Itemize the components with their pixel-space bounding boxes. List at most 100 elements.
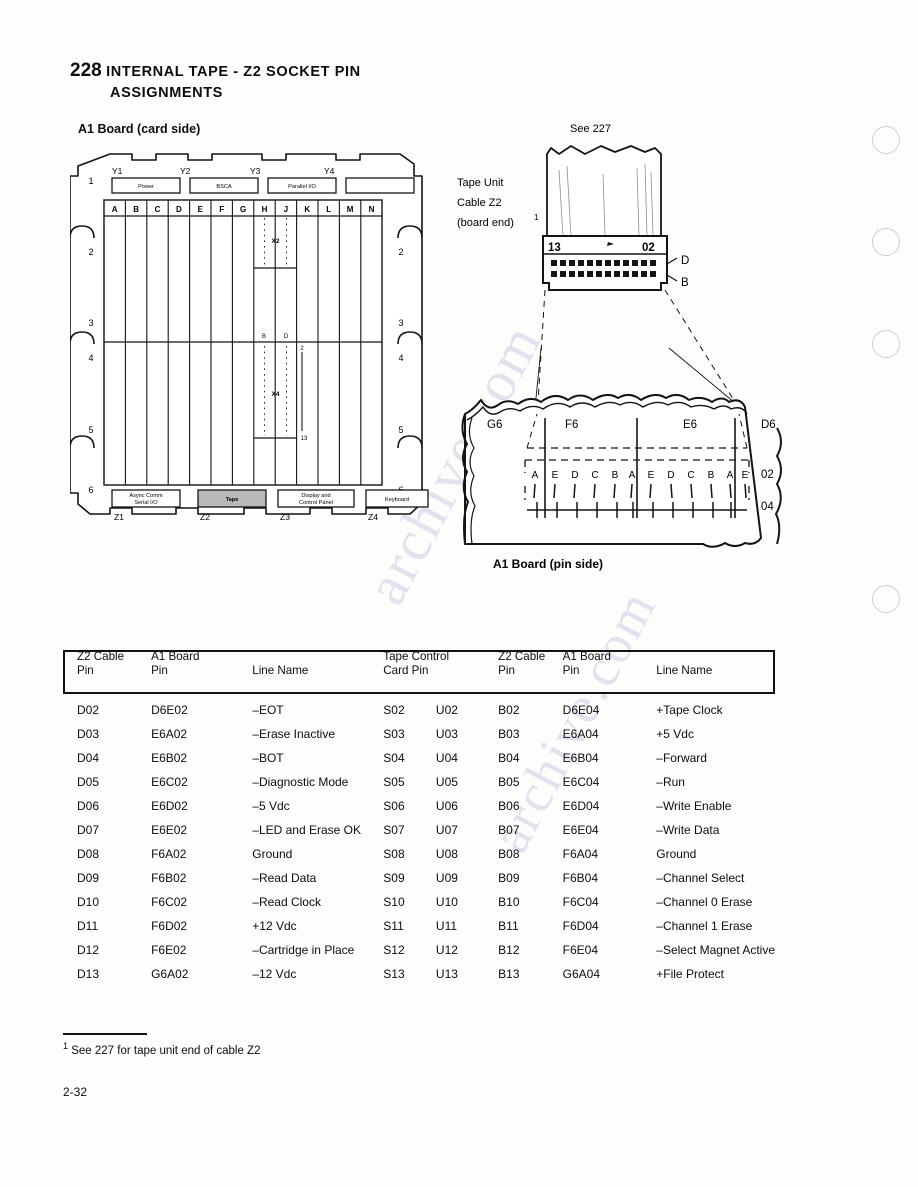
pin-side-group-g6: G6 xyxy=(487,419,502,431)
pin-side-group-f6: F6 xyxy=(565,419,578,431)
cell-line-name: –Diagnostic Mode xyxy=(252,775,349,789)
board-pin-side-caption: A1 Board (pin side) xyxy=(493,557,603,571)
table-row: D02 D6E02 –EOT S02 U02 B02 D6E04 +Tape Clock xyxy=(63,698,775,722)
cell-a1-board-pin: F6C02 xyxy=(151,895,188,909)
cell-tape-control-pin-u: U02 xyxy=(435,703,458,717)
cell-a1-board-pin: E6A02 xyxy=(151,727,188,741)
connector-label-z4: Keyboard xyxy=(385,497,409,503)
register-mark xyxy=(872,585,900,613)
svg-text:E: E xyxy=(648,470,655,481)
title-line-2: ASSIGNMENTS xyxy=(110,85,223,101)
cell-line-name-b: –Channel 0 Erase xyxy=(656,895,753,909)
connector-label-z2: Tape xyxy=(226,497,239,503)
cell-a1-board-pin-b: F6C04 xyxy=(562,895,599,909)
cell-line-name: –LED and Erase OK xyxy=(252,823,362,837)
board-column-letter: G xyxy=(240,205,246,214)
connector-id-y1: Y1 xyxy=(112,166,123,176)
cell-a1-board-pin-b: F6D04 xyxy=(562,919,599,933)
table-row: D08 F6A02 Ground S08 U08 B08 F6A04 Ground xyxy=(63,842,775,866)
connector-label-y2: BSCA xyxy=(216,184,232,190)
cell-z2-cable-pin-b: B12 xyxy=(498,943,520,957)
cell-a1-board-pin-b: E6A04 xyxy=(562,727,599,741)
board-column-letter: H xyxy=(262,205,268,214)
cell-tape-control-pin-u: U12 xyxy=(435,943,458,957)
table-row: D13 G6A02 –12 Vdc S13 U13 B13 G6A04 +File Prote… xyxy=(63,962,775,986)
cell-tape-control-pin-s: S10 xyxy=(383,895,405,909)
table-row: D06 E6D02 –5 Vdc S06 U06 B06 E6D04 –Write Enabl… xyxy=(63,794,775,818)
table-row: D07 E6E02 –LED and Erase OK S07 U07 B07 E6E04 –… xyxy=(63,818,775,842)
connector-id-z3: Z3 xyxy=(280,512,290,522)
header-line-name: Line Name xyxy=(252,664,309,677)
board-column-letter: K xyxy=(304,205,310,214)
table-header-row: Z2 Cable Pin A1 Board Pin Line Name Tape… xyxy=(63,650,775,678)
page-number: 2-32 xyxy=(63,1085,88,1099)
board-marker-x2: X2 xyxy=(272,238,280,245)
section-number: 228 xyxy=(70,60,102,81)
title-line-1: INTERNAL TAPE - Z2 SOCKET PIN xyxy=(106,64,361,80)
cell-line-name-b: –Forward xyxy=(656,751,707,765)
board-row-number: 2 xyxy=(88,247,93,257)
cell-tape-control-pin-s: S12 xyxy=(383,943,405,957)
cell-z2-cable-pin-b: B02 xyxy=(498,703,520,717)
connector-label-z3-line1: Display and xyxy=(301,493,330,499)
connector-label-z1-line2: Serial I/O xyxy=(134,500,158,506)
connector-label-y3: Parallel I/O xyxy=(288,184,316,190)
cell-line-name: –Read Data xyxy=(252,871,317,885)
board-column-letter: B xyxy=(133,205,139,214)
cell-tape-control-pin-u: U11 xyxy=(435,919,458,933)
see-reference: See 227 xyxy=(570,123,611,135)
cell-a1-board-pin: F6D02 xyxy=(151,919,188,933)
board-row-number: 2 xyxy=(398,247,403,257)
cell-line-name-b: –Select Magnet Active xyxy=(656,943,775,957)
cell-tape-control-pin-s: S11 xyxy=(383,919,404,933)
board-column-letter: M xyxy=(347,205,354,214)
cell-line-name: –Read Clock xyxy=(252,895,321,909)
cell-z2-cable-pin: D04 xyxy=(77,751,100,765)
board-row-number: 4 xyxy=(88,353,93,363)
cell-a1-board-pin: D6E02 xyxy=(151,703,188,717)
svg-text:A: A xyxy=(629,470,636,481)
cell-a1-board-pin-b: E6B04 xyxy=(562,751,599,765)
svg-text:D: D xyxy=(571,470,578,481)
cell-z2-cable-pin-b: B03 xyxy=(498,727,520,741)
cell-z2-cable-pin-b: B09 xyxy=(498,871,520,885)
pin-side-row-02: 02 xyxy=(761,469,774,481)
cell-z2-cable-pin-b: B06 xyxy=(498,799,520,813)
board-row-number: 6 xyxy=(88,485,93,495)
cell-a1-board-pin: F6A02 xyxy=(151,847,187,861)
board-column-letter: J xyxy=(284,205,288,214)
page-title: 228 INTERNAL TAPE - Z2 SOCKET PIN ASSIGN… xyxy=(70,60,490,101)
cell-tape-control-pin-s: S03 xyxy=(383,727,405,741)
cell-a1-board-pin: F6B02 xyxy=(151,871,187,885)
svg-text:B: B xyxy=(708,470,715,481)
cell-tape-control-pin-s: S04 xyxy=(383,751,405,765)
cell-line-name-b: –Write Data xyxy=(656,823,720,837)
board-row-number: 1 xyxy=(88,176,93,186)
svg-text:D: D xyxy=(667,470,674,481)
cell-line-name-b: +Tape Clock xyxy=(656,703,723,717)
svg-text:A: A xyxy=(727,470,734,481)
table-body: D02 D6E02 –EOT S02 U02 B02 D6E04 +Tape Clock D03… xyxy=(63,698,775,986)
header-line-name-b: Line Name xyxy=(656,664,713,677)
tape-cable-z2-diagram: See 227 Tape Unit Cable Z2 (board end) 1… xyxy=(455,118,855,588)
ribbon-cable xyxy=(546,145,662,237)
cell-line-name-b: Ground xyxy=(656,847,697,861)
pin-side-group-e6: E6 xyxy=(683,419,697,431)
board-pin-bottom-number: 13 xyxy=(301,436,308,442)
cell-a1-board-pin: E6C02 xyxy=(151,775,188,789)
board-row-number: 4 xyxy=(398,353,403,363)
cell-tape-control-pin-s: S05 xyxy=(383,775,405,789)
cell-tape-control-pin-u: U06 xyxy=(435,799,458,813)
cell-a1-board-pin: E6B02 xyxy=(151,751,188,765)
cell-tape-control-pin-u: U13 xyxy=(435,967,458,981)
cell-line-name: +12 Vdc xyxy=(252,919,297,933)
cell-z2-cable-pin-b: B11 xyxy=(498,919,519,933)
connector-label-z3-line2: Control Panel xyxy=(299,500,333,506)
table-row: D03 E6A02 –Erase Inactive S03 U03 B03 E6A04 +5 … xyxy=(63,722,775,746)
cell-a1-board-pin: G6A02 xyxy=(151,967,189,981)
cell-line-name-b: –Write Enable xyxy=(656,799,732,813)
cell-a1-board-pin-b: E6E04 xyxy=(562,823,599,837)
cell-line-name: –BOT xyxy=(252,751,284,765)
cell-tape-control-pin-u: U07 xyxy=(435,823,458,837)
cell-a1-board-pin-b: F6A04 xyxy=(562,847,599,861)
